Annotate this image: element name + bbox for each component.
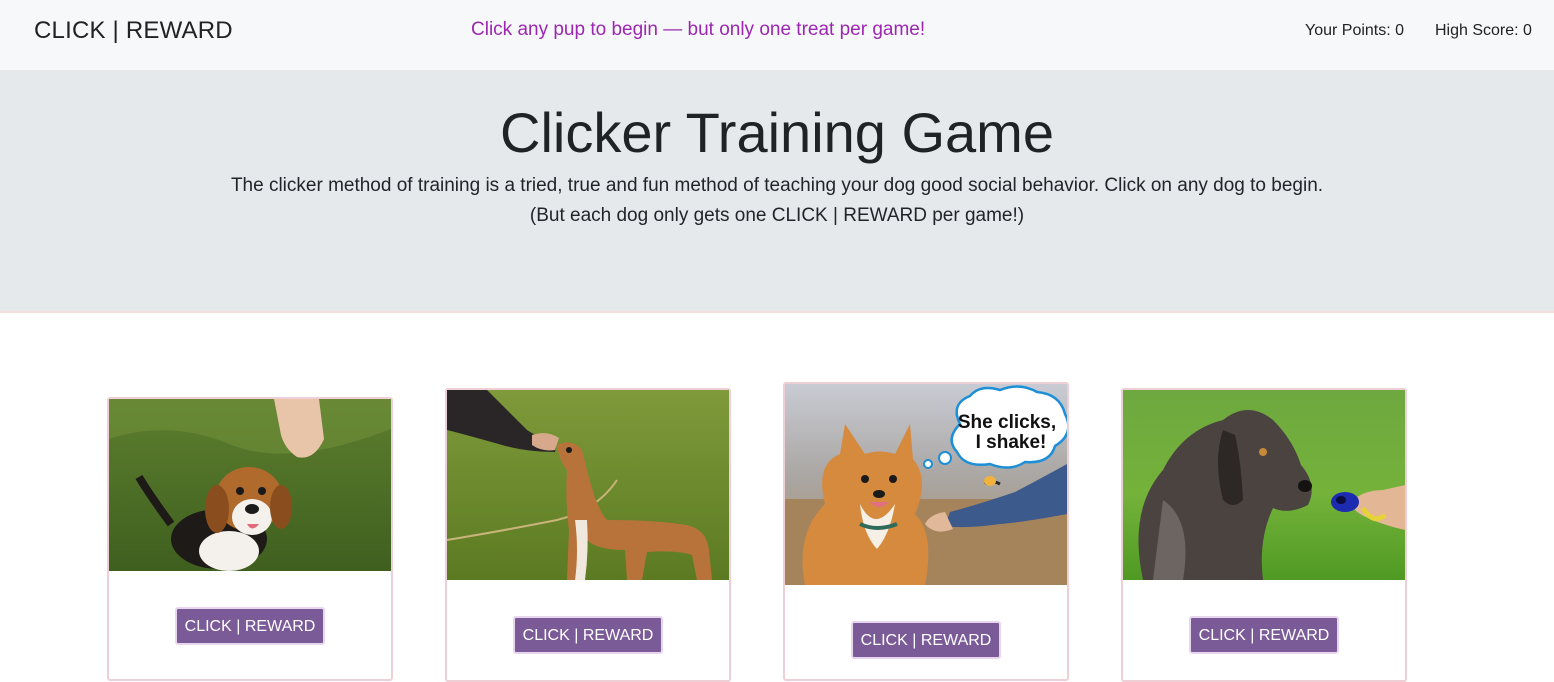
- click-reward-button[interactable]: CLICK | REWARD: [851, 621, 1001, 659]
- jumbotron: Clicker Training Game The clicker method…: [0, 70, 1554, 313]
- griffon-photo[interactable]: [1123, 390, 1405, 580]
- game-status-message: Click any pup to begin — but only one tr…: [471, 19, 926, 40]
- page-title: Clicker Training Game: [500, 101, 1054, 164]
- click-reward-button[interactable]: CLICK | REWARD: [1189, 616, 1339, 654]
- intro-text-line1: The clicker method of training is a trie…: [230, 175, 1324, 196]
- speech-bubble-line2: I shake!: [976, 432, 1047, 453]
- click-reward-button[interactable]: CLICK | REWARD: [513, 616, 663, 654]
- corgi-photo[interactable]: She clicks, I shake!: [785, 384, 1067, 585]
- brand-logo[interactable]: CLICK | REWARD: [34, 17, 233, 45]
- dog-card-corgi[interactable]: She clicks, I shake! CLICK | REWARD: [783, 382, 1069, 681]
- high-score: High Score: 0: [1435, 22, 1532, 39]
- greyhound-photo[interactable]: [447, 390, 729, 580]
- your-points: Your Points: 0: [1305, 22, 1405, 39]
- intro-text-line2: (But each dog only gets one CLICK | REWA…: [529, 205, 1025, 226]
- dog-card-griffon[interactable]: CLICK | REWARD: [1121, 388, 1407, 682]
- navbar: CLICK | REWARD Click any pup to begin — …: [0, 0, 1554, 70]
- beagle-photo[interactable]: [109, 399, 391, 571]
- dog-card-beagle[interactable]: CLICK | REWARD: [107, 397, 393, 681]
- click-reward-button[interactable]: CLICK | REWARD: [175, 607, 325, 645]
- dog-card-greyhound[interactable]: CLICK | REWARD: [445, 388, 731, 682]
- speech-bubble-line1: She clicks,: [958, 412, 1056, 433]
